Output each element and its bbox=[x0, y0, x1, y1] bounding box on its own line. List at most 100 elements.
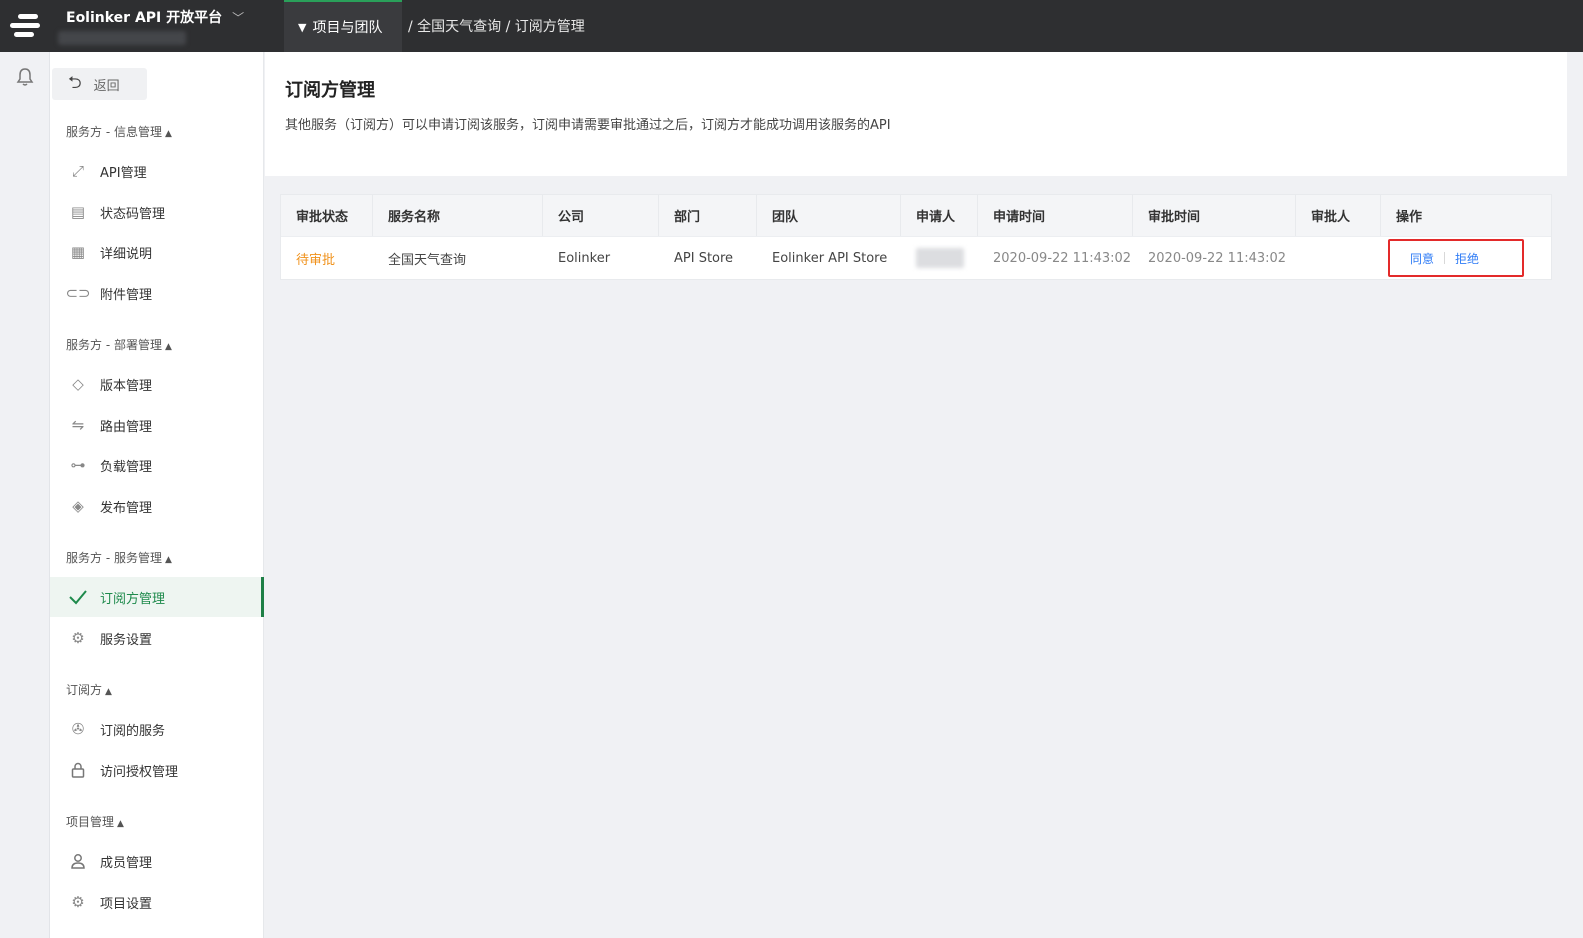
company-cell: Eolinker bbox=[558, 250, 611, 266]
section-deploy-management[interactable]: 服务方 - 部署管理 ▲ bbox=[66, 336, 172, 353]
table-row: 待审批 全国天气查询 Eolinker API Store Eolinker A… bbox=[281, 236, 1551, 279]
subscription-table: 审批状态 服务名称 公司 部门 团队 申请人 申请时间 审批时间 审批人 操作 … bbox=[280, 194, 1552, 280]
sidebar-item-details[interactable]: ▦ 详细说明 bbox=[50, 232, 264, 272]
sidebar-item-label: 订阅方管理 bbox=[100, 591, 166, 607]
tab-projects-teams[interactable]: ▼ 项目与团队 bbox=[284, 0, 402, 52]
department-cell: API Store bbox=[674, 250, 734, 266]
route-icon: ⇋ bbox=[71, 416, 85, 434]
column-header: 部门 bbox=[659, 195, 757, 236]
section-title: 服务方 - 部署管理 bbox=[66, 338, 162, 352]
apply-time-cell: 2020-09-22 11:43:02 bbox=[993, 250, 1132, 266]
sidebar-item-subscribed-services[interactable]: ✇ 订阅的服务 bbox=[50, 709, 264, 749]
top-bar: Eolinker API 开放平台 ﹀ ▼ 项目与团队 / 全国天气查询 / 订… bbox=[0, 0, 1583, 52]
sidebar-item-status-code[interactable]: ▤ 状态码管理 bbox=[50, 192, 264, 232]
section-service-management[interactable]: 服务方 - 服务管理 ▲ bbox=[66, 549, 172, 566]
column-header: 审批人 bbox=[1296, 195, 1381, 236]
reject-button[interactable]: 拒绝 bbox=[1455, 250, 1479, 267]
sidebar-item-label: 状态码管理 bbox=[100, 206, 166, 222]
column-header: 公司 bbox=[543, 195, 659, 236]
sidebar-item-label: 服务设置 bbox=[100, 632, 153, 648]
table-header-row: 审批状态 服务名称 公司 部门 团队 申请人 申请时间 审批时间 审批人 操作 bbox=[281, 195, 1551, 236]
column-header: 操作 bbox=[1396, 210, 1423, 225]
lock-icon bbox=[68, 760, 88, 780]
service-name-cell: 全国天气查询 bbox=[388, 252, 467, 268]
column-header: 团队 bbox=[757, 195, 901, 236]
column-header: 审批时间 bbox=[1133, 195, 1296, 236]
sidebar-item-label: 订阅的服务 bbox=[100, 723, 166, 739]
column-header: 服务名称 bbox=[373, 195, 543, 236]
section-title: 项目管理 bbox=[66, 815, 115, 829]
caret-up-icon: ▲ bbox=[117, 819, 124, 829]
actions-cell: 同意 拒绝 bbox=[1381, 237, 1551, 279]
sidebar-item-api[interactable]: ⤢ API管理 bbox=[50, 151, 264, 191]
column-header: 申请时间 bbox=[978, 195, 1133, 236]
sidebar-item-label: 详细说明 bbox=[100, 246, 153, 262]
section-title: 服务方 - 信息管理 bbox=[66, 125, 162, 139]
sidebar-item-label: 项目设置 bbox=[100, 896, 153, 912]
sidebar-item-label: API管理 bbox=[100, 165, 147, 181]
sidebar-item-label: 成员管理 bbox=[100, 855, 153, 871]
section-title: 订阅方 bbox=[66, 683, 103, 697]
caret-up-icon: ▲ bbox=[164, 129, 172, 139]
action-divider bbox=[1444, 252, 1446, 264]
check-icon bbox=[68, 587, 88, 607]
tab-label: 项目与团队 bbox=[312, 20, 383, 36]
caret-up-icon: ▲ bbox=[164, 342, 172, 352]
sidebar-item-access-auth[interactable]: 访问授权管理 bbox=[50, 750, 264, 790]
attachment-icon: ⊂⊃ bbox=[65, 284, 91, 302]
document-icon: ▦ bbox=[70, 243, 86, 261]
sidebar-item-label: 发布管理 bbox=[100, 500, 153, 516]
blurred-account-name bbox=[58, 31, 186, 45]
section-info-management[interactable]: 服务方 - 信息管理 ▲ bbox=[66, 123, 172, 140]
back-button[interactable]: ⮌ 返回 bbox=[52, 68, 147, 100]
sidebar-item-publish[interactable]: ◈ 发布管理 bbox=[50, 486, 264, 526]
chevron-down-icon: ﹀ bbox=[232, 10, 245, 25]
status-code-icon: ▤ bbox=[70, 203, 86, 221]
chevron-down-icon: ▼ bbox=[298, 20, 307, 34]
sidebar-item-routes[interactable]: ⇋ 路由管理 bbox=[50, 405, 264, 445]
page-description: 其他服务（订阅方）可以申请订阅该服务，订阅申请需要审批通过之后，订阅方才能成功调… bbox=[285, 118, 891, 133]
publish-icon: ◈ bbox=[72, 497, 84, 515]
sidebar-item-label: 负载管理 bbox=[100, 459, 153, 475]
settings-icon: ⚙ bbox=[71, 629, 85, 647]
back-arrow-icon: ⮌ bbox=[68, 72, 82, 93]
sidebar-item-load-balance[interactable]: ⊶ 负载管理 bbox=[50, 445, 264, 485]
column-header: 申请人 bbox=[901, 195, 978, 236]
brand-switcher[interactable]: Eolinker API 开放平台 ﹀ bbox=[66, 7, 244, 27]
agree-button[interactable]: 同意 bbox=[1410, 250, 1434, 267]
load-balance-icon: ⊶ bbox=[70, 456, 86, 474]
sidebar-item-versions[interactable]: ◇ 版本管理 bbox=[50, 364, 264, 404]
settings-icon: ⚙ bbox=[71, 893, 85, 911]
blurred-applicant bbox=[916, 248, 964, 268]
caret-up-icon: ▲ bbox=[164, 555, 172, 565]
sidebar-item-label: 版本管理 bbox=[100, 378, 153, 394]
bell-icon[interactable] bbox=[16, 67, 34, 91]
api-icon: ⤢ bbox=[71, 162, 84, 180]
user-icon bbox=[68, 851, 88, 871]
approver-cell bbox=[1296, 237, 1381, 279]
page-title: 订阅方管理 bbox=[285, 80, 375, 101]
page-header-card: 订阅方管理 其他服务（订阅方）可以申请订阅该服务，订阅申请需要审批通过之后，订阅… bbox=[265, 52, 1567, 176]
section-subscriber[interactable]: 订阅方 ▲ bbox=[66, 681, 112, 698]
actions-highlight-box: 同意 拒绝 bbox=[1388, 239, 1524, 277]
brand-title: Eolinker API 开放平台 bbox=[66, 10, 223, 26]
caret-up-icon: ▲ bbox=[105, 687, 112, 697]
breadcrumb: / 全国天气查询 / 订阅方管理 bbox=[408, 19, 585, 35]
sidebar-item-members[interactable]: 成员管理 bbox=[50, 841, 264, 881]
menu-logo-icon[interactable] bbox=[0, 0, 50, 52]
applicant-cell bbox=[901, 237, 978, 279]
status-badge: 待审批 bbox=[296, 252, 336, 268]
back-label: 返回 bbox=[93, 78, 120, 94]
sidebar-item-attachments[interactable]: ⊂⊃ 附件管理 bbox=[50, 273, 264, 313]
sidebar-item-subscribers[interactable]: 订阅方管理 bbox=[50, 577, 264, 617]
section-project-management[interactable]: 项目管理 ▲ bbox=[66, 813, 124, 830]
left-rail bbox=[0, 52, 50, 938]
approve-time-cell: 2020-09-22 11:43:02 bbox=[1148, 250, 1287, 266]
sidebar-item-service-settings[interactable]: ⚙ 服务设置 bbox=[50, 618, 264, 658]
sidebar-item-label: 路由管理 bbox=[100, 419, 153, 435]
column-header: 审批状态 bbox=[281, 195, 373, 236]
section-title: 服务方 - 服务管理 bbox=[66, 551, 162, 565]
sidebar-item-label: 访问授权管理 bbox=[100, 764, 179, 780]
sidebar-item-project-settings[interactable]: ⚙ 项目设置 bbox=[50, 882, 264, 922]
sidebar-item-label: 附件管理 bbox=[100, 287, 153, 303]
